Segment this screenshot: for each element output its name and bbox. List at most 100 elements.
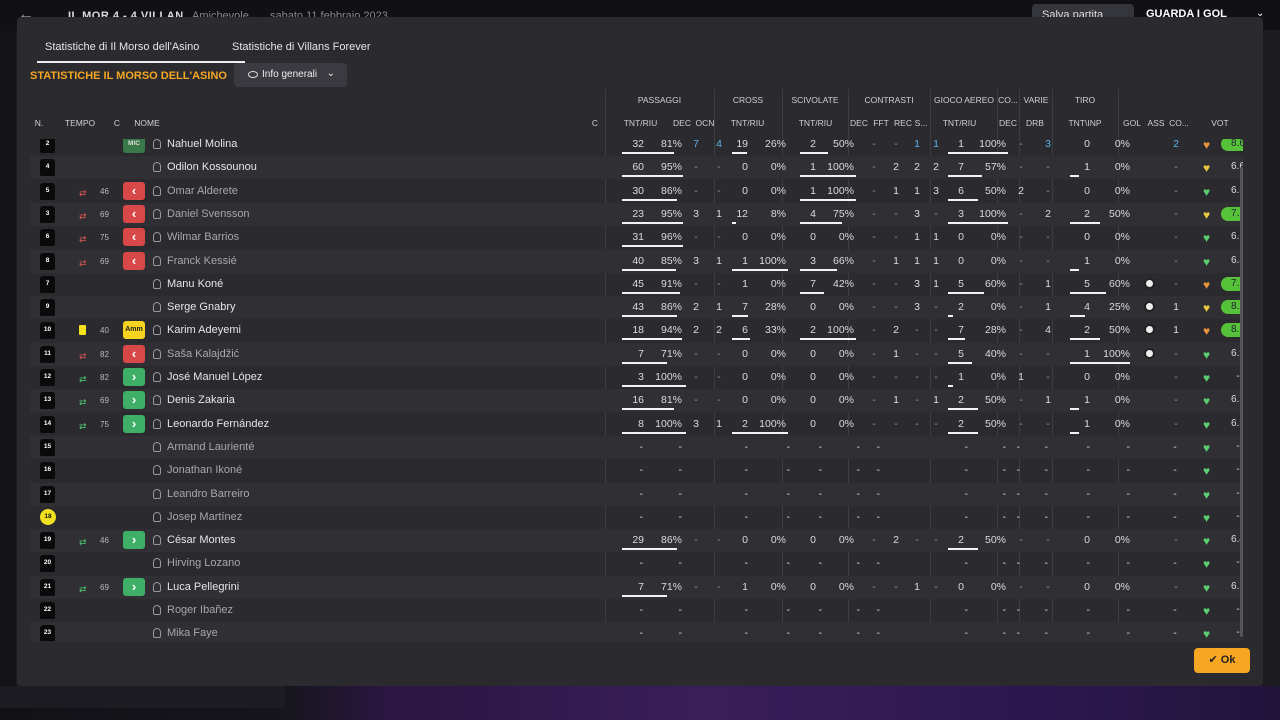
table-row[interactable]: 18 Josep Martínez - - - - - - - - - - - - - - ♥ - (30, 506, 1243, 529)
shirt-number: 7 (40, 275, 55, 293)
empty-value: - (1002, 440, 1007, 453)
table-row[interactable]: 21 ⇄ 69 › Luca Pellegrini 7 71% - -1 0% 0 0% - -1-0 0%… (30, 575, 1243, 599)
player-name[interactable]: Daniel Svensson (167, 208, 250, 220)
table-row[interactable]: 10 40 Amm Karim Adeyemi 18 94% 2 2 6 33% 2 100% - 2 - -… (30, 319, 1243, 342)
shots-attempted: 0 (1084, 139, 1090, 150)
position-badge[interactable]: ‹ (123, 344, 145, 363)
tab-away-stats[interactable]: Statistiche di Villans Forever (232, 41, 371, 53)
scrollbar[interactable] (1240, 167, 1243, 637)
cross-percent: 26% (764, 139, 786, 150)
position-badge[interactable]: ‹ (123, 181, 145, 200)
table-row[interactable]: 22 Roger Ibañez - - - - - - - - - - - - - - ♥ - (30, 599, 1243, 622)
header-cross: CROSS (732, 95, 764, 105)
position-badge[interactable]: ‹ (123, 228, 145, 247)
player-name[interactable]: Roger Ibañez (167, 604, 233, 616)
aerial-bar (948, 431, 978, 434)
table-row[interactable]: 4 Odilon Kossounou 60 95% - -0 0% 1 100% -2 2 2 7 57%… (30, 156, 1243, 180)
player-name[interactable]: Josep Martínez (167, 511, 242, 523)
table-row[interactable]: 17 Leandro Barreiro - - - - - - - - - - - - - - ♥ - (30, 482, 1243, 506)
aerial-attempted: 2 (958, 534, 964, 547)
player-name[interactable]: Karim Adeyemi (167, 324, 241, 336)
table-row[interactable]: 8 ⇄ 69 ‹ Franck Kessié 40 85% 3 1 1 100% 3 66% -1 1 1 0 0… (30, 249, 1243, 273)
table-row[interactable]: 15 Armand Laurienté - - - - - - - - - - - - - - ♥ - (30, 435, 1243, 459)
dribbles: - (1046, 161, 1050, 174)
table-row[interactable]: 3 ⇄ 69 ‹ Daniel Svensson 23 95% 3 1 12 8% 4 75% - - 3 - 3… (30, 202, 1243, 226)
passes-ocn: 1 (716, 301, 722, 314)
dribbles: 1 (1045, 277, 1051, 290)
table-row[interactable]: 14 ⇄ 75 › Leonardo Fernández 8 100% 3 1 2 100% 0 0% -… (30, 413, 1243, 436)
shots-percent: 0% (1114, 394, 1130, 407)
shirt-number: 17 (40, 485, 55, 503)
tackles-attempted: 0 (810, 417, 816, 430)
shots-bar (1070, 315, 1085, 318)
aerial-percent: 57% (984, 161, 1006, 174)
player-name[interactable]: Jonathan Ikoné (167, 464, 242, 476)
view-dropdown[interactable]: Info generali ⌄ (234, 63, 347, 87)
player-name[interactable]: José Manuel López (167, 371, 262, 383)
table-row[interactable]: 20 Hirving Lozano - - - - - - - - - - - - - - ♥ - (30, 552, 1243, 575)
player-name[interactable]: Hirving Lozano (167, 557, 240, 569)
table-row[interactable]: 23 Mika Faye - - - - - - - - - - - - - - ♥ - (30, 622, 1243, 641)
cross-attempted: 1 (742, 580, 748, 593)
position-badge[interactable]: ‹ (123, 251, 145, 270)
player-name[interactable]: Serge Gnabry (167, 301, 235, 313)
aerial-attempted: 1 (958, 139, 964, 150)
position-badge[interactable]: › (123, 368, 145, 386)
ok-button[interactable]: ✔ Ok (1194, 648, 1250, 673)
contrasti-dec: - (872, 207, 876, 220)
player-name[interactable]: Manu Koné (167, 278, 223, 290)
empty-value: - (964, 510, 969, 523)
player-name[interactable]: Saša Kalajdžić (167, 348, 239, 360)
passes-decisive: - (694, 580, 698, 593)
table-row[interactable]: 5 ⇄ 46 ‹ Omar Alderete 30 86% - -0 0% 1 100% -1 1 3 6 50… (30, 180, 1243, 203)
position-badge[interactable]: › (123, 414, 145, 433)
player-name[interactable]: Leonardo Fernández (167, 418, 269, 430)
shots-percent: 100% (1103, 347, 1130, 360)
header-nome: NOME (134, 118, 160, 128)
co-dec: - (1019, 534, 1023, 547)
player-name[interactable]: Armand Laurienté (167, 441, 254, 453)
player-name[interactable]: Luca Pellegrini (167, 581, 239, 593)
table-row[interactable]: 2 MIC Nahuel Molina 32 81% 7 4 19 26% 2 50% - -1 1 1 10… (30, 139, 1243, 156)
table-row[interactable]: 16 Jonathan Ikoné - - - - - - - - - - - - - - ♥ - (30, 459, 1243, 482)
player-name[interactable]: Odilon Kossounou (167, 161, 257, 173)
condition-heart-icon: ♥ (1203, 254, 1211, 269)
table-row[interactable]: 9 Serge Gnabry 43 86% 2 1 7 28% 0 0% - -3-2 0% -1 4 25%… (30, 296, 1243, 320)
aerial-bar (948, 315, 953, 318)
goal-ball-icon (1144, 324, 1155, 336)
position-badge[interactable]: › (123, 577, 145, 596)
contrasti-fft: - (894, 231, 898, 244)
shots-percent: 0% (1114, 231, 1130, 244)
position-badge[interactable]: › (123, 391, 145, 410)
empty-value: - (1016, 627, 1021, 640)
position-badge[interactable]: ‹ (123, 204, 145, 223)
contrasti-rec: 1 (914, 231, 920, 244)
player-name[interactable]: Wilmar Barrios (167, 231, 239, 243)
tab-home-stats[interactable]: Statistiche di Il Morso dell'Asino (45, 41, 199, 53)
table-row[interactable]: 12 ⇄ 82 › José Manuel López 3 100% - -0 0% 0 0% - - - -… (30, 366, 1243, 389)
table-row[interactable]: 13 ⇄ 69 › Denis Zakaria 16 81% - -0 0% 0 0% -1-1 2 50%… (30, 389, 1243, 413)
table-row[interactable]: 7 Manu Koné 45 91% - -1 0% 7 42% - -3 1 5 60% -1 5 60% - ♥… (30, 273, 1243, 296)
player-name[interactable]: Denis Zakaria (167, 394, 235, 406)
tackles-attempted: 4 (810, 207, 816, 220)
player-name[interactable]: Franck Kessié (167, 255, 237, 267)
passes-bar (622, 152, 674, 154)
dribbles: 1 (1045, 394, 1051, 407)
table-row[interactable]: 11 ⇄ 82 ‹ Saša Kalajdžić 7 71% - -0 0% 0 0% -1- -5 40%… (30, 342, 1243, 366)
empty-value: - (1086, 487, 1091, 500)
position-badge[interactable]: › (123, 531, 145, 550)
table-row[interactable]: 19 ⇄ 46 › César Montes 29 86% - -0 0% 0 0% -2- -2 50% -… (30, 529, 1243, 553)
player-name[interactable]: César Montes (167, 534, 235, 546)
player-name[interactable]: Leandro Barreiro (167, 488, 250, 500)
empty-value: - (678, 510, 683, 523)
table-row[interactable]: 6 ⇄ 75 ‹ Wilmar Barrios 31 96% - -0 0% 0 0% - -1 1 0 0% -… (30, 226, 1243, 249)
player-name[interactable]: Nahuel Molina (167, 139, 237, 150)
player-name[interactable]: Omar Alderete (167, 185, 238, 197)
passes-decisive: 3 (693, 207, 699, 220)
cross-percent: 0% (770, 231, 786, 244)
player-name[interactable]: Mika Faye (167, 627, 218, 639)
passes-percent: 95% (660, 161, 682, 174)
contrasti-rec: - (915, 394, 919, 407)
header-gioco-aereo: GIOCO AEREO (934, 95, 994, 105)
cross-attempted: 1 (742, 277, 748, 290)
